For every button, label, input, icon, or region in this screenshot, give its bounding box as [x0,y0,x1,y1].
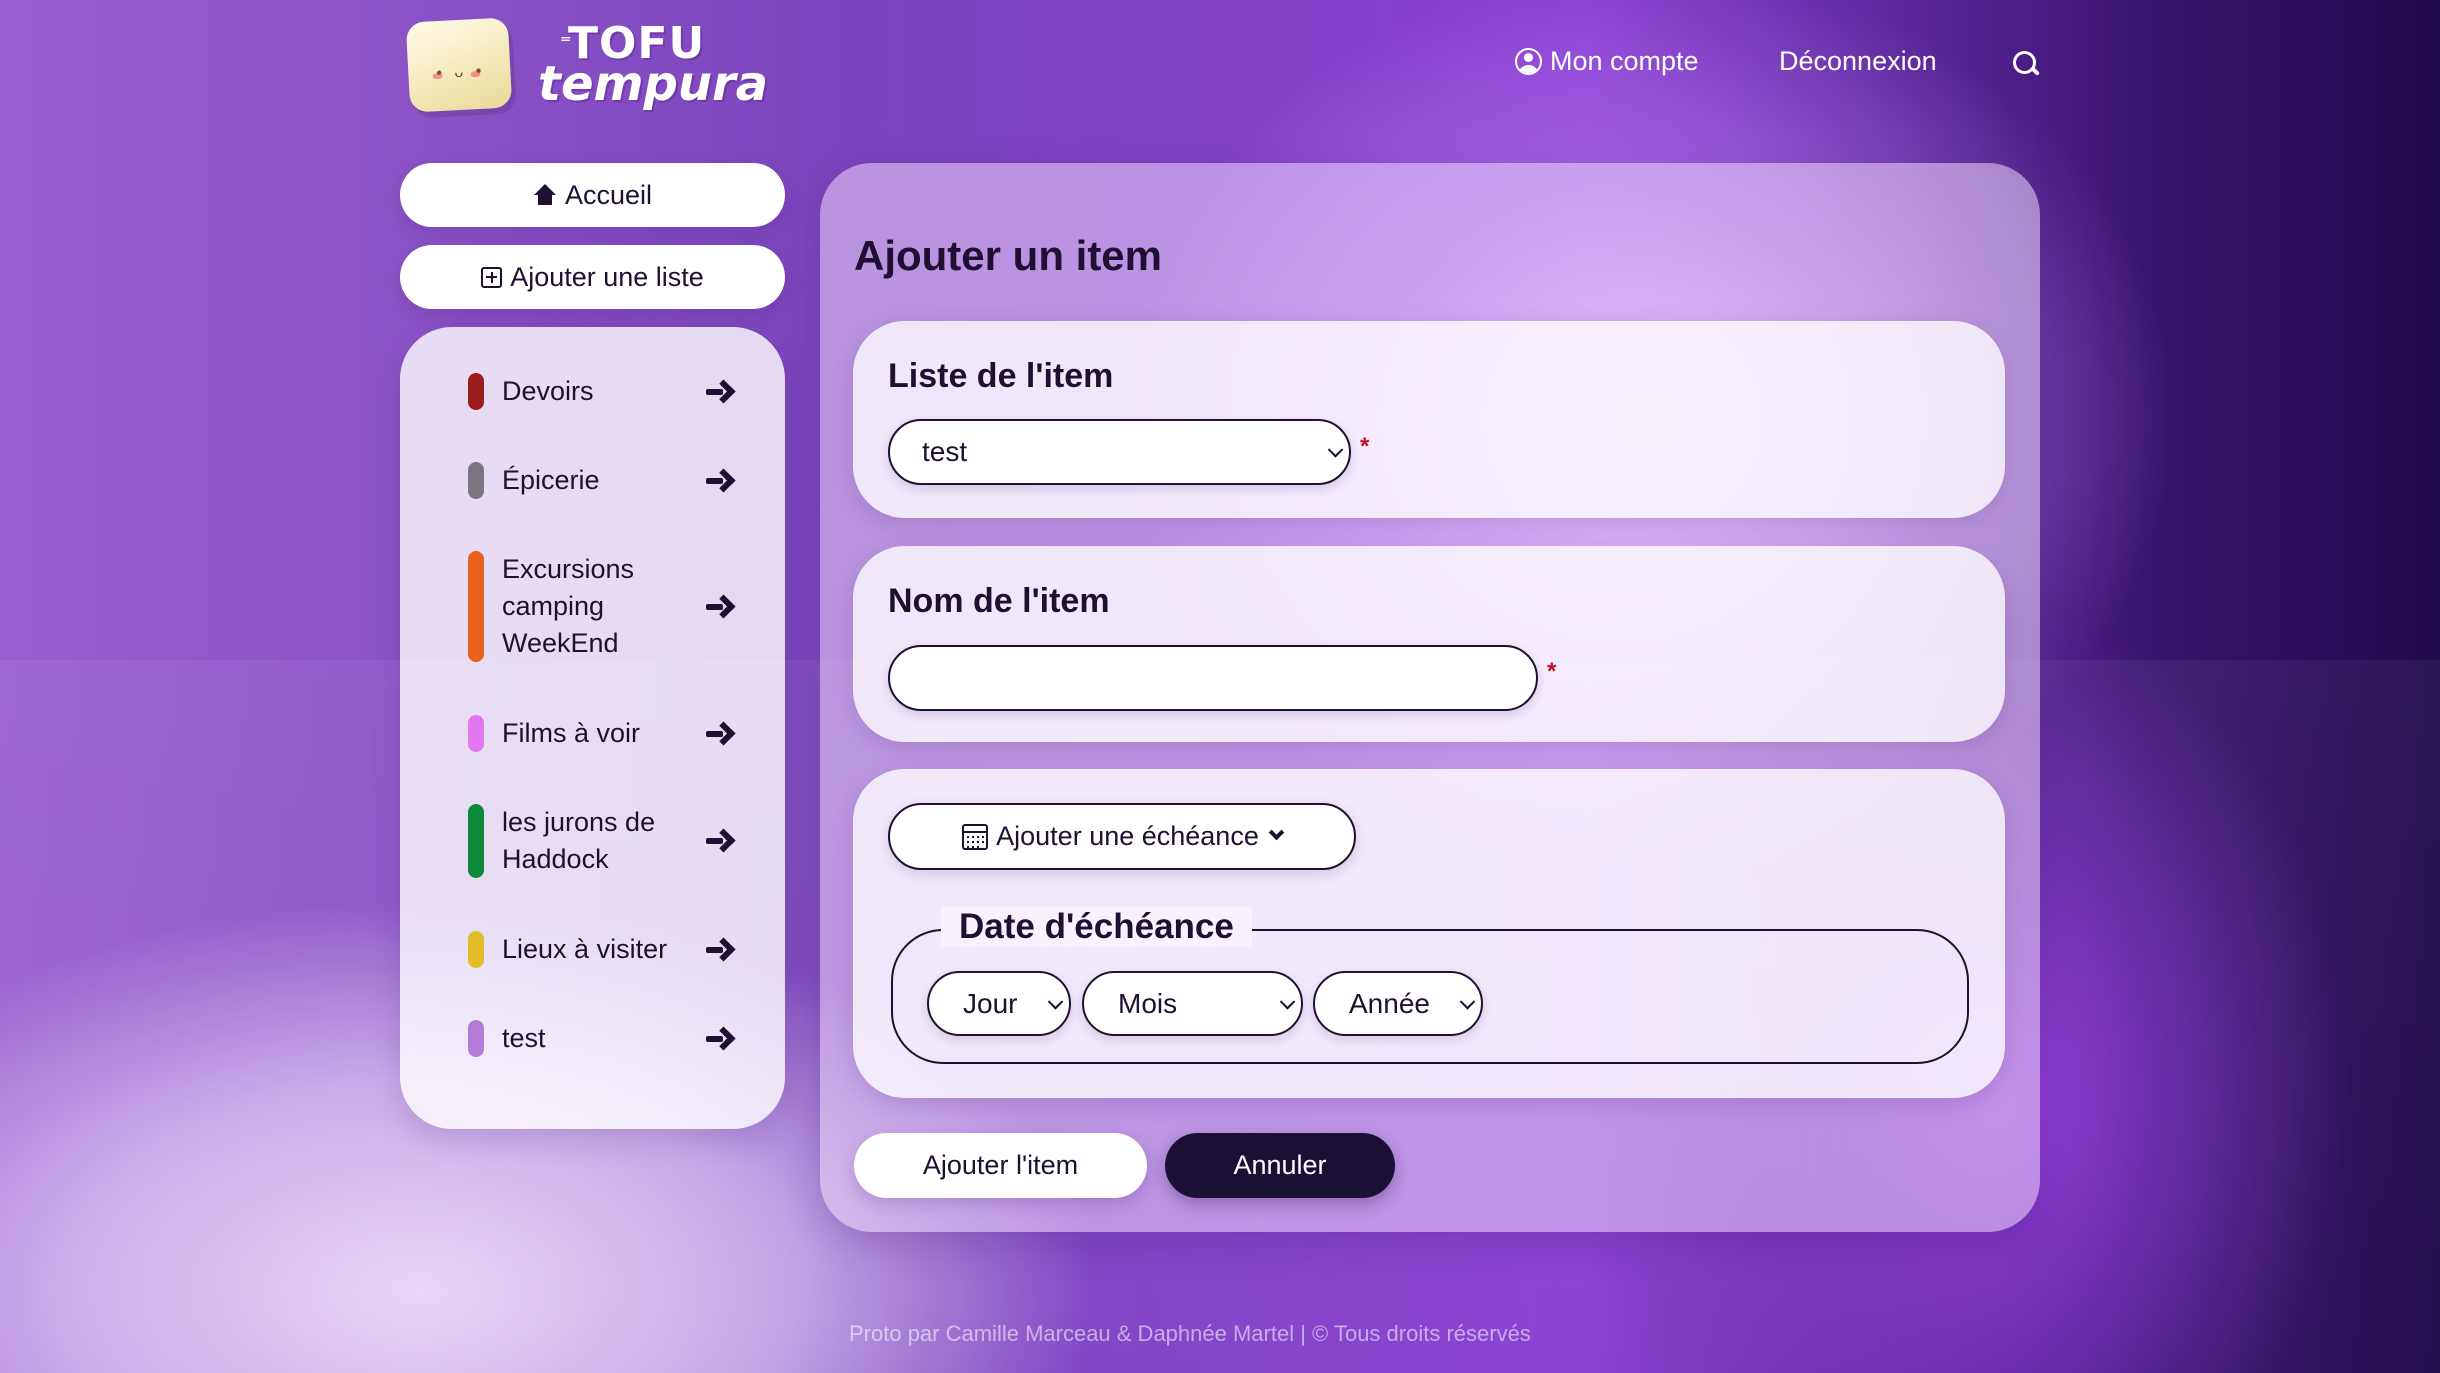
list-label: Épicerie [502,465,600,495]
logo-word-2: tempura [538,56,769,112]
add-due-date-button[interactable]: Ajouter une échéance [888,803,1356,870]
add-list-button[interactable]: Ajouter une liste [400,245,785,309]
account-link[interactable]: Mon compte [1515,46,1699,77]
logo-wordmark[interactable]: TOFU tempura [538,22,769,112]
arrow-right-icon[interactable] [706,381,730,403]
list-item-films[interactable]: Films à voir [468,715,728,752]
sparkle-icon: ⁼ [560,30,572,55]
add-list-label: Ajouter une liste [510,261,704,292]
logout-link[interactable]: Déconnexion [1779,46,1937,77]
chevron-down-icon [1268,824,1285,841]
cancel-label: Annuler [1233,1150,1327,1180]
home-icon [533,184,557,206]
home-button[interactable]: Accueil [400,163,785,227]
chevron-down-icon [1279,993,1296,1010]
required-marker: * [1360,433,1370,460]
arrow-right-icon[interactable] [706,1028,730,1050]
list-label: Excursions camping WeekEnd [502,554,635,658]
search-button[interactable] [2012,50,2040,78]
list-label: test [502,1023,546,1053]
arrow-right-icon[interactable] [706,470,730,492]
home-label: Accueil [564,179,653,210]
plus-square-icon [481,266,503,288]
list-select-value: test [922,436,968,467]
logo-face: • ᴗ • [435,62,486,83]
due-date-card: Ajouter une échéance Date d'échéance Jou… [853,769,2005,1098]
calendar-icon [962,823,989,850]
item-name-input[interactable] [888,645,1538,711]
footer-text: Proto par Camille Marceau & Daphnée Mart… [849,1321,1531,1346]
list-item-epicerie[interactable]: Épicerie [468,462,728,499]
account-label: Mon compte [1550,46,1699,76]
day-select[interactable]: Jour [927,971,1071,1036]
arrow-right-icon[interactable] [706,830,730,852]
list-label: les jurons de Haddock [502,807,656,874]
add-due-date-label: Ajouter une échéance [996,821,1259,851]
due-date-legend: Date d'échéance [941,907,1252,947]
list-color-bar [468,804,484,878]
list-item-devoirs[interactable]: Devoirs [468,373,728,410]
list-item-excursions[interactable]: Excursions camping WeekEnd [468,551,728,662]
list-color-bar [468,373,484,410]
add-item-button[interactable]: Ajouter l'item [854,1133,1147,1198]
required-marker: * [1547,658,1557,685]
arrow-right-icon[interactable] [706,939,730,961]
arrow-right-icon[interactable] [706,723,730,745]
list-item-test[interactable]: test [468,1020,728,1057]
month-select-value: Mois [1118,987,1178,1019]
arrow-right-icon[interactable] [706,596,730,618]
list-label: Devoirs [502,376,594,406]
chevron-down-icon [1047,993,1064,1010]
name-field-card: Nom de l'item * [853,546,2005,742]
list-item-lieux[interactable]: Lieux à visiter [468,931,728,968]
list-color-bar [468,462,484,499]
due-date-fieldset: Date d'échéance Jour Mois Année [891,907,1969,1064]
list-color-bar [468,931,484,968]
list-field-label: Liste de l'item [888,357,1114,395]
list-field-card: Liste de l'item test * [853,321,2005,518]
list-color-bar [468,551,484,662]
chevron-down-icon [1327,442,1344,458]
logout-label: Déconnexion [1779,46,1937,76]
search-icon [2012,50,2040,78]
list-select[interactable]: test [888,419,1351,485]
add-item-label: Ajouter l'item [922,1150,1079,1180]
cancel-button[interactable]: Annuler [1165,1133,1395,1198]
tofu-logo-icon[interactable]: • ᴗ • [405,17,513,113]
month-select[interactable]: Mois [1082,971,1303,1036]
user-circle-icon [1515,48,1542,75]
list-label: Lieux à visiter [502,934,668,964]
lists-panel: Devoirs Épicerie Excursions camping Week… [400,327,785,1129]
year-select[interactable]: Année [1313,971,1483,1036]
day-select-value: Jour [963,987,1018,1019]
list-label: Films à voir [502,718,641,748]
list-item-haddock[interactable]: les jurons de Haddock [468,804,728,878]
list-color-bar [468,1020,484,1057]
page-title: Ajouter un item [854,232,1163,279]
year-select-value: Année [1349,987,1430,1019]
chevron-down-icon [1459,993,1476,1010]
list-color-bar [468,715,484,752]
name-field-label: Nom de l'item [888,582,1110,620]
